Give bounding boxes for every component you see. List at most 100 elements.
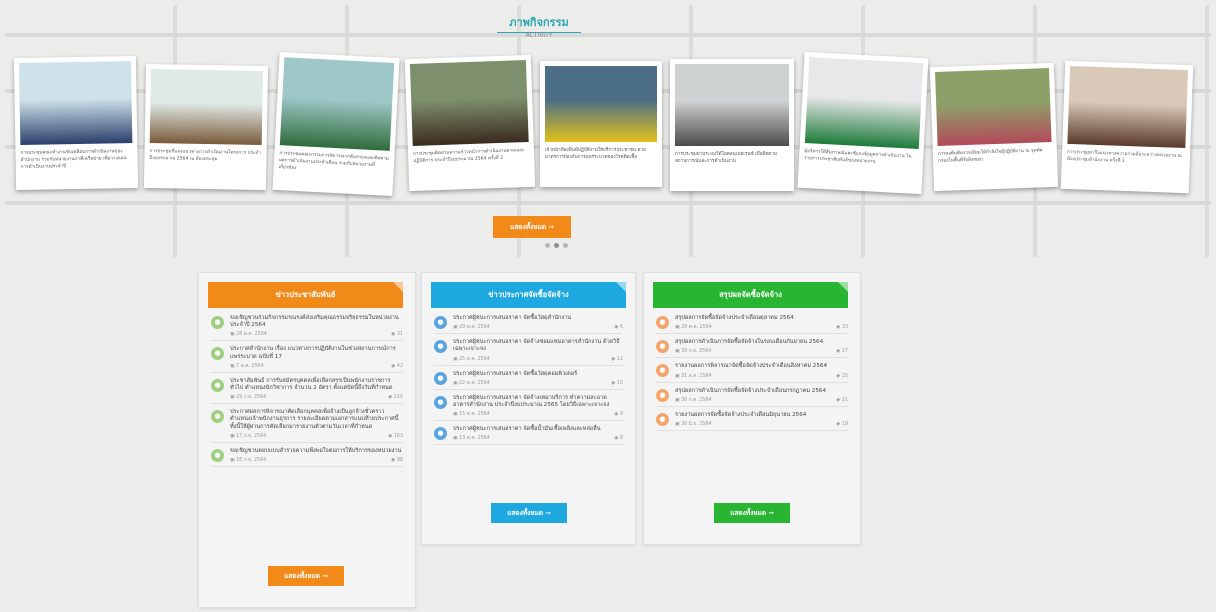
news-list: ● สรุปผลการจัดซื้อจัดจ้างประจำเดือนตุลาค… — [656, 315, 848, 436]
eye-icon: ◉ 10 — [611, 380, 623, 386]
bullet-icon: ● — [211, 316, 224, 329]
item-title[interactable]: สรุปผลการดำเนินการจัดซื้อจัดจ้างในรอบเดื… — [675, 339, 848, 346]
item-date: 30 มิ.ย. 2564 — [681, 422, 712, 428]
gallery-photo-card[interactable]: การประชุมชี้แจงแนวทางการดำเนินงานโครงการ… — [143, 63, 269, 191]
list-item[interactable]: ● รายงานผลการจัดซื้อจัดจ้างประจำเดือนมิถ… — [656, 412, 848, 432]
gallery-photo-card[interactable]: การประชุมคณะทำงานขับเคลื่อนการดำเนินงานข… — [13, 55, 139, 191]
calendar-icon: ▣ 29 ต.ค. 2564 — [675, 325, 712, 331]
list-item[interactable]: ● สรุปผลการดำเนินการจัดซื้อจัดจ้างในรอบเ… — [656, 339, 848, 359]
list-item[interactable]: ● ประกาศผู้ชนะการเสนอราคา จัดซื้อวัสดุคอ… — [434, 371, 623, 390]
item-title[interactable]: ประชาสัมพันธ์ การรับสมัครบุคคลเพื่อเลือก… — [230, 378, 403, 392]
calendar-icon: ▣ 15 ต.ค. 2564 — [453, 412, 490, 418]
item-title[interactable]: รายงานผลการจัดซื้อจัดจ้างประจำเดือนมิถุน… — [675, 412, 848, 419]
item-meta: ▣ 29 ต.ค. 2564 ◉ 6 — [453, 324, 623, 331]
item-title[interactable]: ประกาศผู้ชนะการเสนอราคา จัดซื้อวัสดุคอมพ… — [453, 371, 623, 378]
calendar-icon: ▣ 7 ต.ค. 2564 — [230, 363, 264, 369]
panel-title: ข่าวประกาศจัดซื้อจัดจ้าง — [488, 290, 569, 299]
bullet-icon: ● — [211, 448, 224, 462]
eye-icon: ◉ 27 — [836, 349, 848, 355]
list-item[interactable]: ● ประกาศผู้ชนะการเสนอราคา จัดจ้างเหมาบริ… — [434, 395, 623, 422]
item-title[interactable]: ประกาศผู้ชนะการเสนอราคา จัดซื้อน้ำมันเชื… — [453, 426, 623, 433]
list-item[interactable]: ● สรุปผลการดำเนินการจัดซื้อจัดจ้างประจำเ… — [656, 388, 848, 407]
gallery-photo-card[interactable]: การลงพื้นที่ตรวจเยี่ยมให้กำลังใจผู้ปฏิบั… — [929, 62, 1059, 192]
gallery-photo-caption: การประชุมชี้แจงแนวทางการดำเนินงานโครงการ… — [149, 149, 261, 163]
gallery-photo-card[interactable]: การประชุมคณะกรรมการพิจารณากลั่นกรองและติ… — [272, 51, 400, 197]
item-meta: ▣ 17 ก.ย. 2564 ◉ 163 — [230, 433, 403, 440]
item-title[interactable]: รายงานผลการพิจารณาจัดซื้อจัดจ้างประจำเดื… — [675, 363, 848, 370]
corner-fold-icon — [393, 282, 403, 292]
gallery-view-all-button[interactable]: แสดงทั้งหมด → — [493, 216, 571, 238]
item-views: 10 — [616, 380, 623, 386]
bullet-icon: ● — [211, 378, 224, 392]
gallery-photo — [18, 61, 133, 145]
gallery-photo-card[interactable]: การประชุมผ่านระบบวิดีโอคอนเฟอเรนซ์ เพื่อ… — [670, 59, 794, 191]
item-views: 31 — [396, 332, 403, 338]
item-title[interactable]: ประกาศผู้ชนะการเสนอราคา จัดซื้อวัสดุสำนั… — [453, 315, 623, 322]
gallery-photo-caption: การประชุมคณะกรรมการพิจารณากลั่นกรองและติ… — [278, 151, 389, 171]
list-item[interactable]: ● ประกาศสำนักงาน เรื่อง แนวทางการปฏิบัติ… — [211, 346, 403, 373]
eye-icon: ◉ 25 — [836, 373, 848, 379]
bullet-icon: ● — [656, 316, 669, 329]
item-title[interactable]: สรุปผลการดำเนินการจัดซื้อจัดจ้างประจำเดื… — [675, 388, 848, 395]
gallery-photo-caption: ผู้บริหารให้สัมภาษณ์และชี้แจงข้อมูลการดำ… — [803, 148, 912, 165]
list-item[interactable]: ● ประกาศผู้ชนะการเสนอราคา จัดซื้อน้ำมันเ… — [434, 426, 623, 446]
gallery-photo-card[interactable]: ผู้บริหารให้สัมภาษณ์และชี้แจงข้อมูลการดำ… — [797, 51, 929, 195]
bullet-icon: ● — [434, 371, 447, 385]
pagination-dot[interactable] — [545, 243, 550, 248]
eye-icon: ◉ 8 — [614, 436, 623, 442]
eye-icon: ◉ 19 — [836, 422, 848, 428]
item-views: 163 — [393, 433, 403, 439]
gallery-photo — [1067, 65, 1189, 149]
pagination-dot[interactable] — [563, 243, 568, 248]
item-date: 29 ต.ค. 2564 — [681, 325, 712, 331]
gallery-photo-card[interactable]: เจ้าหน้าที่ลงพื้นที่ปฏิบัติงานให้บริการป… — [540, 61, 662, 187]
list-item[interactable]: ● ประชาสัมพันธ์ การรับสมัครบุคคลเพื่อเลื… — [211, 378, 403, 405]
item-title[interactable]: ประกาศสำนักงาน เรื่อง แนวทางการปฏิบัติงา… — [230, 346, 403, 360]
item-title[interactable]: ประกาศผู้ชนะการเสนอราคา จัดจ้างเหมาบริกา… — [453, 395, 623, 409]
pr-view-all-button[interactable]: แสดงทั้งหมด → — [268, 566, 344, 586]
bullet-icon: ● — [434, 340, 447, 354]
item-title[interactable]: สรุปผลการจัดซื้อจัดจ้างประจำเดือนตุลาคม … — [675, 315, 848, 322]
calendar-icon: ▣ 16 ก.ย. 2564 — [230, 458, 267, 464]
gallery-photo — [935, 68, 1052, 146]
bullet-icon: ● — [434, 395, 447, 409]
pagination-dot-active[interactable] — [554, 243, 559, 248]
panel-header: สรุปผลจัดซื้อจัดจ้าง — [653, 282, 848, 308]
list-item[interactable]: ● สรุปผลการจัดซื้อจัดจ้างประจำเดือนตุลาค… — [656, 315, 848, 335]
item-views: 6 — [619, 325, 623, 331]
bullet-icon: ● — [434, 316, 447, 329]
item-title[interactable]: ประกาศผู้ชนะการเสนอราคา จัดจ้างซ่อมแซมอา… — [453, 339, 623, 353]
item-date: 22 ต.ค. 2564 — [459, 380, 490, 386]
gallery-photo — [804, 57, 924, 149]
item-date: 15 ต.ค. 2564 — [459, 412, 490, 418]
calendar-icon: ▣ 22 ต.ค. 2564 — [453, 380, 490, 386]
procurement-view-all-button[interactable]: แสดงทั้งหมด → — [491, 503, 567, 523]
gallery-photo-caption: เจ้าหน้าที่ลงพื้นที่ปฏิบัติงานให้บริการป… — [545, 148, 647, 160]
item-views: 33 — [841, 325, 848, 331]
calendar-icon: ▣ 30 ก.ย. 2564 — [675, 349, 712, 355]
item-date: 30 ก.ค. 2564 — [681, 397, 712, 403]
item-date: 16 ก.ย. 2564 — [236, 458, 267, 464]
list-item[interactable]: ● ขอเชิญชวนร่วมกิจกรรมรณรงค์ส่งเสริมคุณธ… — [211, 315, 403, 342]
eye-icon: ◉ 9 — [614, 412, 623, 418]
list-item[interactable]: ● ประกาศผลการพิจารณาคัดเลือกบุคคลเพื่อจ้… — [211, 409, 403, 443]
item-meta: ▣ 28 ต.ค. 2564 ◉ 31 — [230, 331, 403, 338]
list-item[interactable]: ● ขอเชิญชวนตอบแบบสำรวจความพึงพอใจต่อการใ… — [211, 448, 403, 468]
summary-view-all-button[interactable]: แสดงทั้งหมด → — [714, 503, 790, 523]
item-title[interactable]: ขอเชิญชวนร่วมกิจกรรมรณรงค์ส่งเสริมคุณธรร… — [230, 315, 403, 329]
news-panel-pr: ข่าวประชาสัมพันธ์ ● ขอเชิญชวนร่วมกิจกรรม… — [198, 272, 416, 608]
item-meta: ▣ 25 ต.ค. 2564 ◉ 12 — [453, 356, 623, 363]
gallery-photo-card[interactable]: การประชุมติดตามความก้าวหน้าการดำเนินงานต… — [404, 54, 536, 192]
eye-icon: ◉ 42 — [391, 363, 403, 369]
item-views: 12 — [616, 356, 623, 362]
gallery-photo-caption: การลงพื้นที่ตรวจเยี่ยมให้กำลังใจผู้ปฏิบั… — [937, 148, 1043, 164]
list-item[interactable]: ● รายงานผลการพิจารณาจัดซื้อจัดจ้างประจำเ… — [656, 363, 848, 383]
item-date: 17 ก.ย. 2564 — [236, 433, 267, 439]
list-item[interactable]: ● ประกาศผู้ชนะการเสนอราคา จัดซื้อวัสดุสำ… — [434, 315, 623, 335]
gallery-photo-card[interactable]: การประชุมหารือแนวทางความร่วมมือระหว่างหน… — [1060, 60, 1194, 194]
item-meta: ▣ 29 ต.ค. 2564 ◉ 33 — [675, 324, 848, 331]
item-title[interactable]: ขอเชิญชวนตอบแบบสำรวจความพึงพอใจต่อการให้… — [230, 448, 403, 455]
list-item[interactable]: ● ประกาศผู้ชนะการเสนอราคา จัดจ้างซ่อมแซม… — [434, 339, 623, 366]
panel-header: ข่าวประชาสัมพันธ์ — [208, 282, 403, 308]
item-title[interactable]: ประกาศผลการพิจารณาคัดเลือกบุคคลเพื่อจ้าง… — [230, 409, 403, 431]
